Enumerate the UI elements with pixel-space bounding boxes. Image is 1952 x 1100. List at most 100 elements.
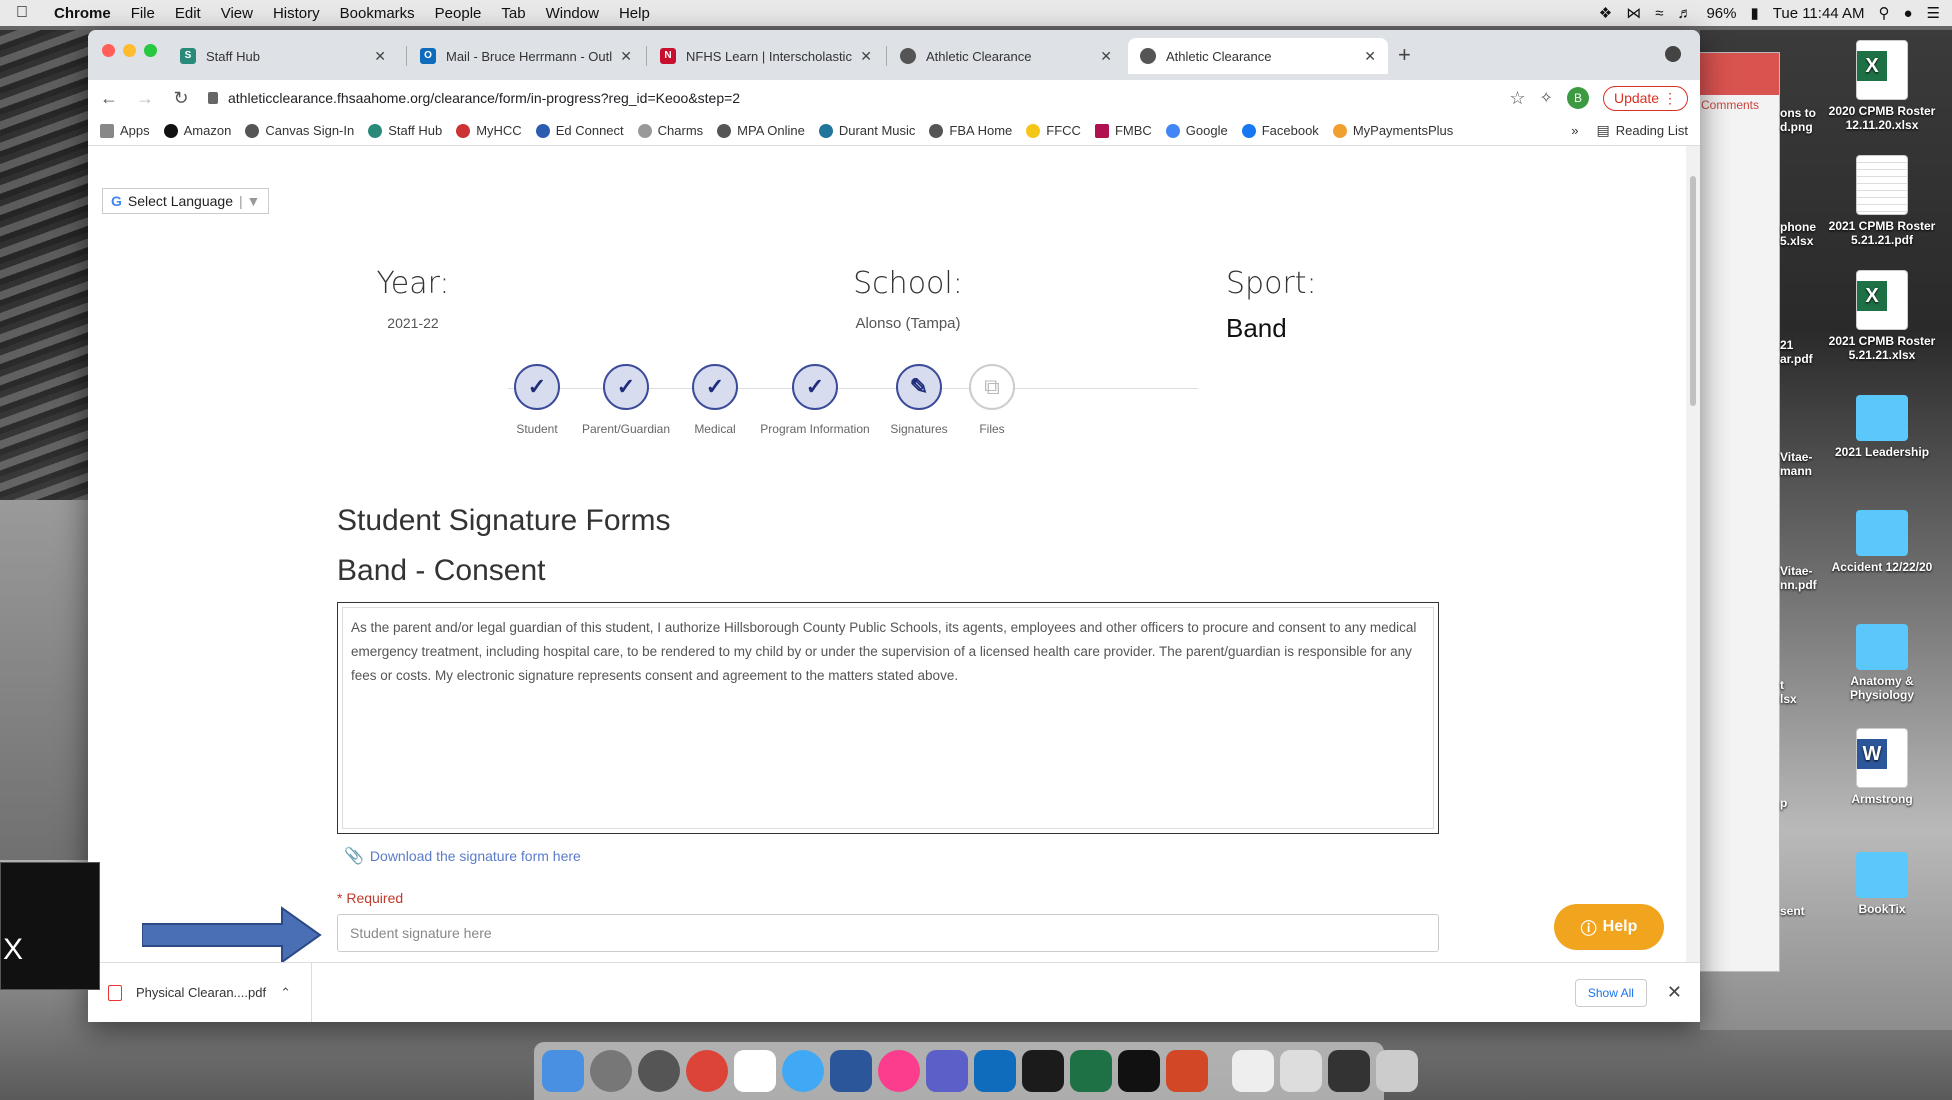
bookmark-canvas[interactable]: Canvas Sign-In <box>245 123 354 138</box>
bookmark-mpa-online[interactable]: MPA Online <box>717 123 805 138</box>
partial-desktop-label[interactable]: ons to <box>1780 106 1816 120</box>
bookmark-fmbc[interactable]: FMBC <box>1094 123 1152 138</box>
select-language-dropdown[interactable]: G Select Language | ▼ <box>102 188 270 214</box>
battery-icon[interactable]: ▮ <box>1750 4 1758 22</box>
desktop-file-icon[interactable]: 2021 CPMB Roster 5.21.21.pdf <box>1822 155 1942 247</box>
chevron-up-icon[interactable]: ⌃ <box>280 985 291 1001</box>
partial-desktop-label[interactable]: mann <box>1780 464 1812 478</box>
chrome-icon[interactable] <box>686 1050 728 1092</box>
partial-desktop-label[interactable]: Vitae- <box>1780 564 1812 578</box>
powerpoint-icon[interactable] <box>1166 1050 1208 1092</box>
lock-icon[interactable] <box>208 92 218 104</box>
desktop-folder-icon[interactable]: Accident 12/22/20 <box>1822 500 1942 574</box>
close-tab-icon[interactable]: ✕ <box>620 48 632 65</box>
step-program-information[interactable]: ✓ Program Information <box>755 364 875 436</box>
menu-people[interactable]: People <box>425 5 492 22</box>
acrobat-icon[interactable] <box>1118 1050 1160 1092</box>
scrollbar-thumb[interactable] <box>1690 176 1696 406</box>
close-window-button[interactable] <box>102 44 115 57</box>
menu-file[interactable]: File <box>121 5 165 22</box>
student-signature-input[interactable] <box>337 914 1439 952</box>
bookmarks-overflow-chevron[interactable]: » <box>1571 123 1578 138</box>
menu-window[interactable]: Window <box>536 5 609 22</box>
reading-list-button[interactable]: ▤ Reading List <box>1596 122 1688 139</box>
calendar-icon[interactable] <box>734 1050 776 1092</box>
back-arrow-icon[interactable]: ← <box>100 88 118 109</box>
partial-desktop-label[interactable]: Vitae- <box>1780 450 1812 464</box>
desktop-folder-icon[interactable]: BookTix <box>1822 842 1942 916</box>
fullscreen-window-button[interactable] <box>144 44 157 57</box>
black-overlay-box[interactable]: X <box>0 862 100 990</box>
profile-avatar[interactable]: B <box>1566 87 1589 109</box>
partial-desktop-label[interactable]: d.png <box>1780 120 1813 134</box>
menu-edit[interactable]: Edit <box>165 5 211 22</box>
bookmark-staff-hub[interactable]: Staff Hub <box>368 123 442 138</box>
trash-icon[interactable] <box>1376 1050 1418 1092</box>
extensions-puzzle-icon[interactable]: ✧ <box>1540 88 1553 108</box>
close-tab-icon[interactable]: ✕ <box>1364 48 1376 65</box>
bookmark-charms[interactable]: Charms <box>637 123 703 138</box>
excel-icon[interactable] <box>1070 1050 1112 1092</box>
music-icon[interactable] <box>878 1050 920 1092</box>
comments-label[interactable]: Comments <box>1701 98 1759 112</box>
bookmark-facebook[interactable]: Facebook <box>1241 123 1319 138</box>
download-signature-form-link[interactable]: 📎 Download the signature form here <box>344 846 581 866</box>
word-icon[interactable] <box>830 1050 872 1092</box>
tab-search-icon[interactable] <box>1665 46 1681 62</box>
launchpad-icon[interactable] <box>638 1050 680 1092</box>
bookmark-fba-home[interactable]: FBA Home <box>929 123 1012 138</box>
dropbox-icon[interactable]: ❖ <box>1599 4 1612 22</box>
bookmark-google[interactable]: Google <box>1165 123 1228 138</box>
bookmark-mypaymentsplus[interactable]: MyPaymentsPlus <box>1332 123 1453 138</box>
menu-tab[interactable]: Tab <box>491 5 535 22</box>
desktop-folder-icon[interactable]: 2021 Leadership <box>1822 385 1942 459</box>
outlook-icon[interactable] <box>974 1050 1016 1092</box>
partial-desktop-label[interactable]: 5.xlsx <box>1780 234 1813 248</box>
bookmark-ffcc[interactable]: FFCC <box>1026 123 1081 138</box>
new-tab-icon[interactable]: + <box>1398 42 1411 68</box>
partial-desktop-label[interactable]: 21 <box>1780 338 1793 352</box>
notification-center-icon[interactable]: ☰ <box>1927 4 1940 22</box>
apple-icon[interactable]:  <box>0 4 44 22</box>
system-preferences-icon[interactable] <box>590 1050 632 1092</box>
reload-icon[interactable]: ↻ <box>172 88 190 109</box>
bookmark-star-icon[interactable]: ☆ <box>1509 88 1525 109</box>
help-button[interactable]: ⓘ Help <box>1554 904 1664 950</box>
download-item[interactable]: Physical Clearan....pdf ⌃ <box>88 963 312 1022</box>
recent-document-icon[interactable] <box>1328 1050 1370 1092</box>
volume-icon[interactable]: ♬ <box>1677 5 1692 22</box>
partial-desktop-label[interactable]: ar.pdf <box>1780 352 1813 366</box>
desktop-folder-icon[interactable]: Anatomy & Physiology <box>1822 614 1942 702</box>
bookmark-ed-connect[interactable]: Ed Connect <box>535 123 624 138</box>
recent-document-icon[interactable] <box>1280 1050 1322 1092</box>
partial-desktop-label[interactable]: nn.pdf <box>1780 578 1817 592</box>
desktop-file-icon[interactable]: 2021 CPMB Roster 5.21.21.xlsx <box>1822 270 1942 362</box>
partial-desktop-label[interactable]: p <box>1780 796 1787 810</box>
partial-desktop-label[interactable]: lsx <box>1780 692 1797 706</box>
desktop-file-icon[interactable]: Armstrong <box>1822 728 1942 806</box>
partial-desktop-label[interactable]: t <box>1780 678 1784 692</box>
menu-bookmarks[interactable]: Bookmarks <box>330 5 425 22</box>
menu-history[interactable]: History <box>263 5 330 22</box>
consent-text-box[interactable]: As the parent and/or legal guardian of t… <box>337 602 1439 834</box>
spotlight-icon[interactable]: ⚲ <box>1878 4 1889 22</box>
tab-outlook-mail[interactable]: O Mail - Bruce Herrmann - Outlo ✕ <box>408 38 644 74</box>
battery-percent[interactable]: 96% <box>1706 5 1736 22</box>
bookmark-apps[interactable]: Apps <box>100 123 150 138</box>
show-all-downloads-button[interactable]: Show All <box>1574 978 1647 1007</box>
close-tab-icon[interactable]: ✕ <box>1100 48 1112 65</box>
background-app-window[interactable]: Comments <box>1690 52 1780 972</box>
recent-document-icon[interactable] <box>1232 1050 1274 1092</box>
bookmark-amazon[interactable]: Amazon <box>163 123 231 138</box>
tab-athletic-clearance[interactable]: Athletic Clearance ✕ <box>888 38 1124 74</box>
tab-nfhs-learn[interactable]: N NFHS Learn | Interscholastic E ✕ <box>648 38 884 74</box>
teams-icon[interactable] <box>926 1050 968 1092</box>
menu-help[interactable]: Help <box>609 5 660 22</box>
clock[interactable]: Tue 11:44 AM <box>1773 5 1865 22</box>
close-downloads-icon[interactable]: ✕ <box>1647 982 1700 1003</box>
page-scrollbar[interactable] <box>1686 146 1700 962</box>
bookmark-durant-music[interactable]: Durant Music <box>818 123 915 138</box>
wifi-icon[interactable]: ≈ <box>1655 5 1663 22</box>
update-button[interactable]: Update ⋮ <box>1602 85 1688 111</box>
finder-icon[interactable] <box>542 1050 584 1092</box>
